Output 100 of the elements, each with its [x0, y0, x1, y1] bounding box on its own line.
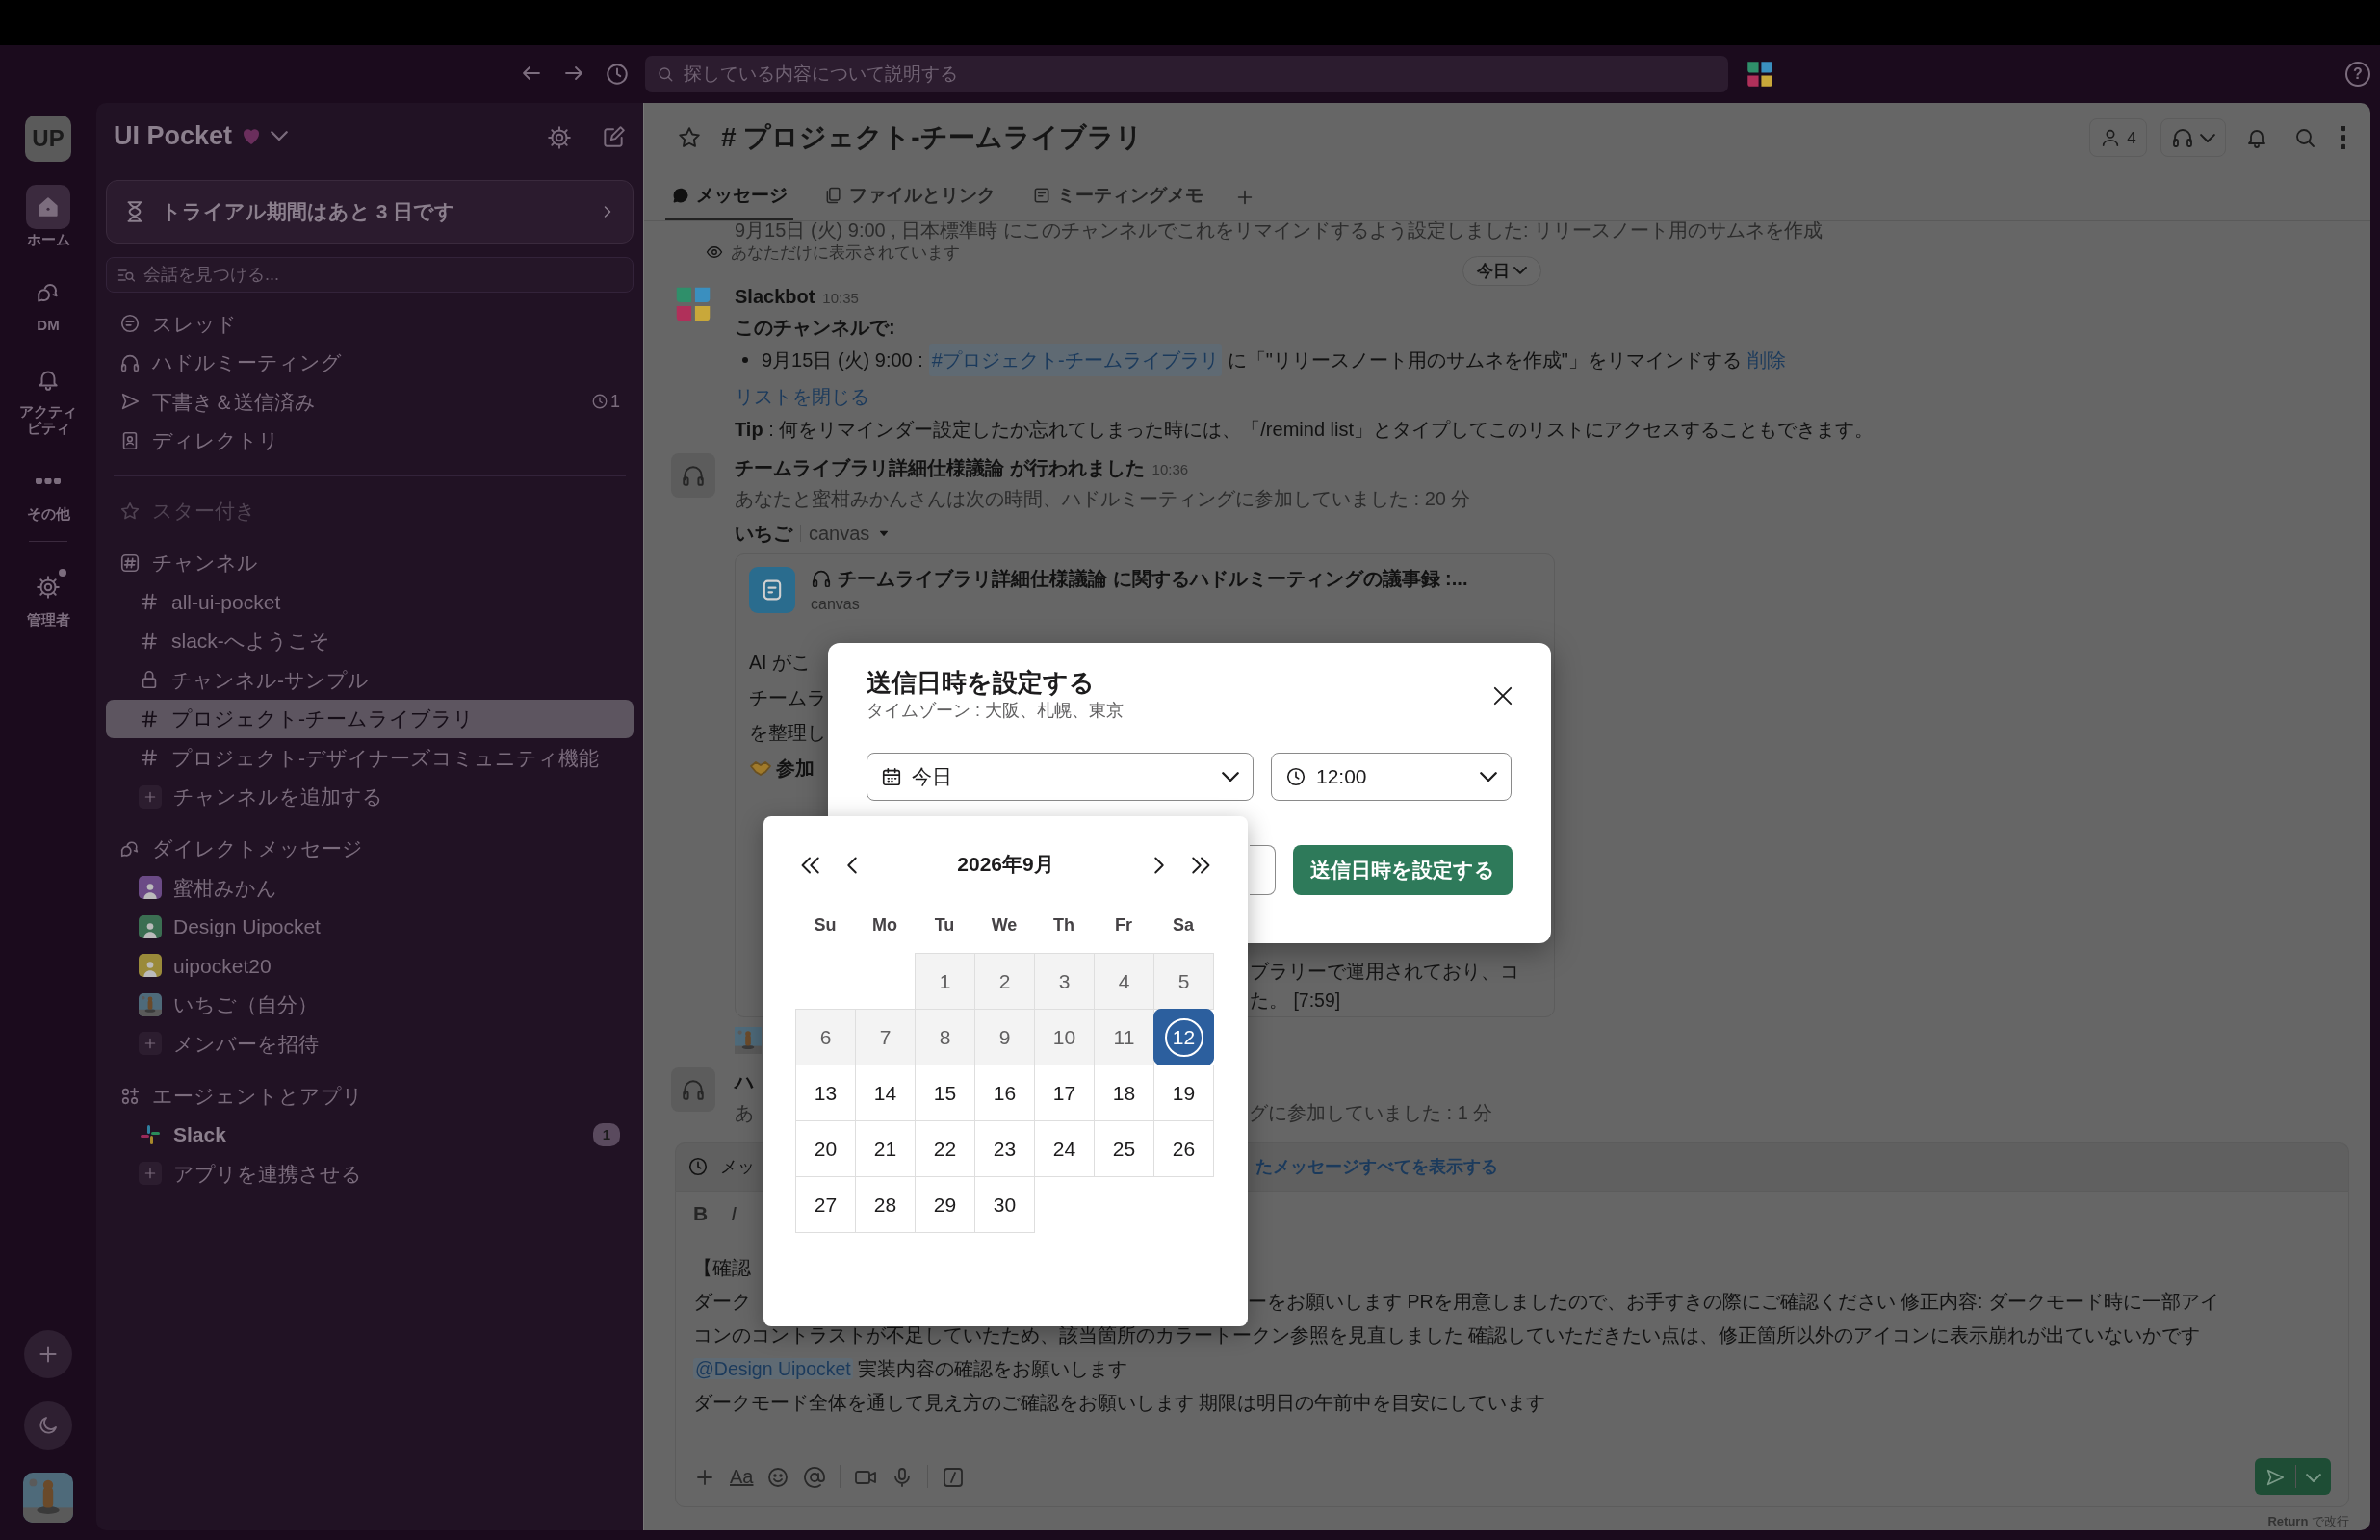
weekday-label: Mo — [871, 914, 898, 937]
date-select[interactable]: 今日 — [867, 753, 1254, 802]
chevron-down-icon — [1222, 772, 1239, 783]
apps-icon — [119, 1085, 141, 1107]
sidebar-item[interactable]: プロジェクト-チームライブラリ — [106, 699, 634, 738]
theme-button[interactable] — [24, 1401, 72, 1450]
calendar-day[interactable]: 12 — [1153, 1009, 1214, 1065]
calendar-day[interactable]: 19 — [1153, 1065, 1214, 1121]
card-title: チームライブラリ詳細仕様議論 に関するハドルミーティングの議事録 :... — [838, 567, 1468, 592]
date-pill[interactable]: 今日 — [1462, 255, 1541, 287]
workspace-logo[interactable]: UP — [25, 116, 71, 162]
dialog-title: 送信日時を設定する — [867, 668, 1095, 699]
bold-button[interactable]: B — [693, 1197, 709, 1229]
rail-label[interactable]: その他 — [18, 505, 78, 523]
submit-button[interactable]: 送信日時を設定する — [1293, 845, 1513, 896]
sidebar-item[interactable]: スレッド — [106, 304, 634, 344]
card-text: 参加 — [776, 756, 815, 781]
text-format-button[interactable]: Aa — [730, 1461, 754, 1491]
more-icon — [2341, 126, 2345, 150]
source-label: canvas — [809, 522, 870, 547]
search-icon — [657, 65, 674, 83]
rail-label[interactable]: 管理者 — [18, 611, 78, 629]
emoji-icon — [766, 1466, 790, 1490]
calendar-day[interactable]: 27 — [795, 1176, 856, 1233]
card-text: AI がこ — [749, 651, 811, 676]
mention-link[interactable]: @Design Uipocket — [693, 1357, 853, 1379]
chat-icon — [119, 838, 141, 860]
sidebar-item[interactable]: 下書き＆送信済み 1 — [106, 382, 634, 422]
chevron-down-icon — [271, 130, 289, 141]
delete-link[interactable]: 削除 — [1746, 344, 1786, 377]
search-field[interactable]: 会話を見つける... — [106, 257, 634, 293]
sidebar-item[interactable]: uipocket20 — [106, 946, 634, 986]
italic-button[interactable]: I — [731, 1197, 737, 1229]
rail-label[interactable]: ホーム — [18, 231, 78, 248]
huddle-title: ハ — [735, 1070, 754, 1095]
sidebar-item[interactable]: Slack 1 — [106, 1115, 634, 1154]
tab[interactable]: メッセージ — [665, 182, 793, 220]
weekday-label: Th — [1052, 914, 1075, 937]
message-text: あなたと蜜柑みかんさんは次の時間、ハドルミーティングに参加していました : 20 分 — [735, 487, 1472, 512]
message-text: に「"リリースノート用のサムネを作成"」をリマインドする — [1227, 348, 1742, 373]
chevron-down-icon — [2199, 133, 2215, 142]
hash-icon — [119, 552, 141, 574]
sidebar-item[interactable]: ディレクトリ — [106, 421, 634, 460]
tab[interactable]: ミーティングメモ — [1026, 182, 1209, 220]
sidebar-item[interactable]: ハドルミーティング — [106, 343, 634, 382]
unread-badge: 1 — [592, 1122, 620, 1146]
author-name[interactable]: いちご — [735, 519, 792, 549]
chevron-down-icon — [1480, 772, 1497, 783]
section-header[interactable]: チャンネル — [106, 544, 634, 582]
chevron-down-icon — [1513, 267, 1527, 275]
rail-label[interactable]: DM — [18, 317, 78, 334]
sidebar-item[interactable]: チャンネル-サンプル — [106, 660, 634, 700]
tab[interactable]: ファイルとリンク — [818, 182, 1001, 220]
weekday-label: Su — [813, 914, 838, 937]
sidebar-item[interactable]: all-ui-pocket — [106, 582, 634, 622]
secondary-button[interactable] — [1250, 845, 1276, 896]
message-text: グに参加していました : 1 分 — [1249, 1101, 1493, 1126]
more-icon — [36, 478, 61, 484]
add-button[interactable] — [24, 1330, 72, 1378]
clock-icon — [687, 1156, 709, 1178]
timezone-text: タイムゾーン : 大阪、札幌、東京 — [867, 700, 1125, 723]
huddle-title: チームライブラリ詳細仕様議論 が行われました — [735, 457, 1145, 479]
input-text: ダークモード全体を通して見え方のご確認をお願いします 期限は明日の午前中を目安にしています — [693, 1390, 1547, 1415]
rail-icon-button[interactable] — [26, 185, 70, 229]
help-button[interactable]: ? — [2345, 62, 2370, 87]
close-list-link[interactable]: リストを閉じる — [735, 386, 869, 408]
calendar-day[interactable]: 26 — [1153, 1120, 1214, 1177]
calendar-day[interactable]: 30 — [974, 1176, 1035, 1233]
card-type: canvas — [811, 595, 861, 615]
clock-icon — [1285, 766, 1306, 788]
rail-label[interactable]: アクティビティ — [18, 402, 78, 436]
time-select[interactable]: 12:00 — [1271, 753, 1512, 802]
sidebar-item[interactable]: 蜜柑みかん — [106, 868, 634, 908]
month-label: 2026年9月 — [956, 852, 1055, 878]
plus-icon — [139, 784, 162, 808]
sidebar-item[interactable]: slack-へようこそ — [106, 621, 634, 660]
canvas-icon — [749, 567, 795, 614]
sidebar-item[interactable]: いちご（自分） — [106, 985, 634, 1024]
headphones-icon — [811, 568, 832, 590]
input-text: ーをお願いします PRを用意しましたので、お手すきの際にご確認ください 修正内容: ダークモード時に一部アイ — [1248, 1289, 2219, 1314]
huddle-button[interactable] — [2160, 118, 2226, 158]
tip-text: Tip : 何をリマインダー設定したか忘れてしまった時には、「/remind list」とタイプしてこのリストにアクセスすることもできます。 — [735, 418, 1875, 443]
trial-banner[interactable]: トライアル期間はあと 3 日です — [106, 180, 634, 244]
author-name[interactable]: Slackbot — [735, 286, 815, 308]
channel-link[interactable]: #プロジェクト-チームライブラリ — [928, 344, 1222, 377]
weekday-label: Sa — [1172, 914, 1195, 937]
workspace-name[interactable]: UI Pocket — [114, 116, 233, 156]
sidebar-item[interactable]: メンバーを招待 — [106, 1024, 634, 1064]
settings-icon — [547, 124, 572, 150]
section-header[interactable]: エージェントとアプリ — [106, 1076, 634, 1116]
members-button[interactable]: 4 — [2089, 118, 2147, 158]
sidebar-item[interactable]: チャンネルを追加する — [106, 777, 634, 816]
sidebar-item[interactable]: Design Uipocket — [106, 907, 634, 946]
section-header[interactable]: ダイレクトメッセージ — [106, 830, 634, 868]
search-field[interactable]: 探している内容について説明する — [645, 56, 1728, 92]
sidebar-item[interactable]: プロジェクト-デザイナーズコミュニティ機能 — [106, 738, 634, 778]
files-icon — [824, 186, 843, 206]
slash-icon — [942, 1466, 966, 1490]
sidebar-item[interactable]: アプリを連携させる — [106, 1154, 634, 1194]
bullet-dot — [742, 357, 748, 364]
